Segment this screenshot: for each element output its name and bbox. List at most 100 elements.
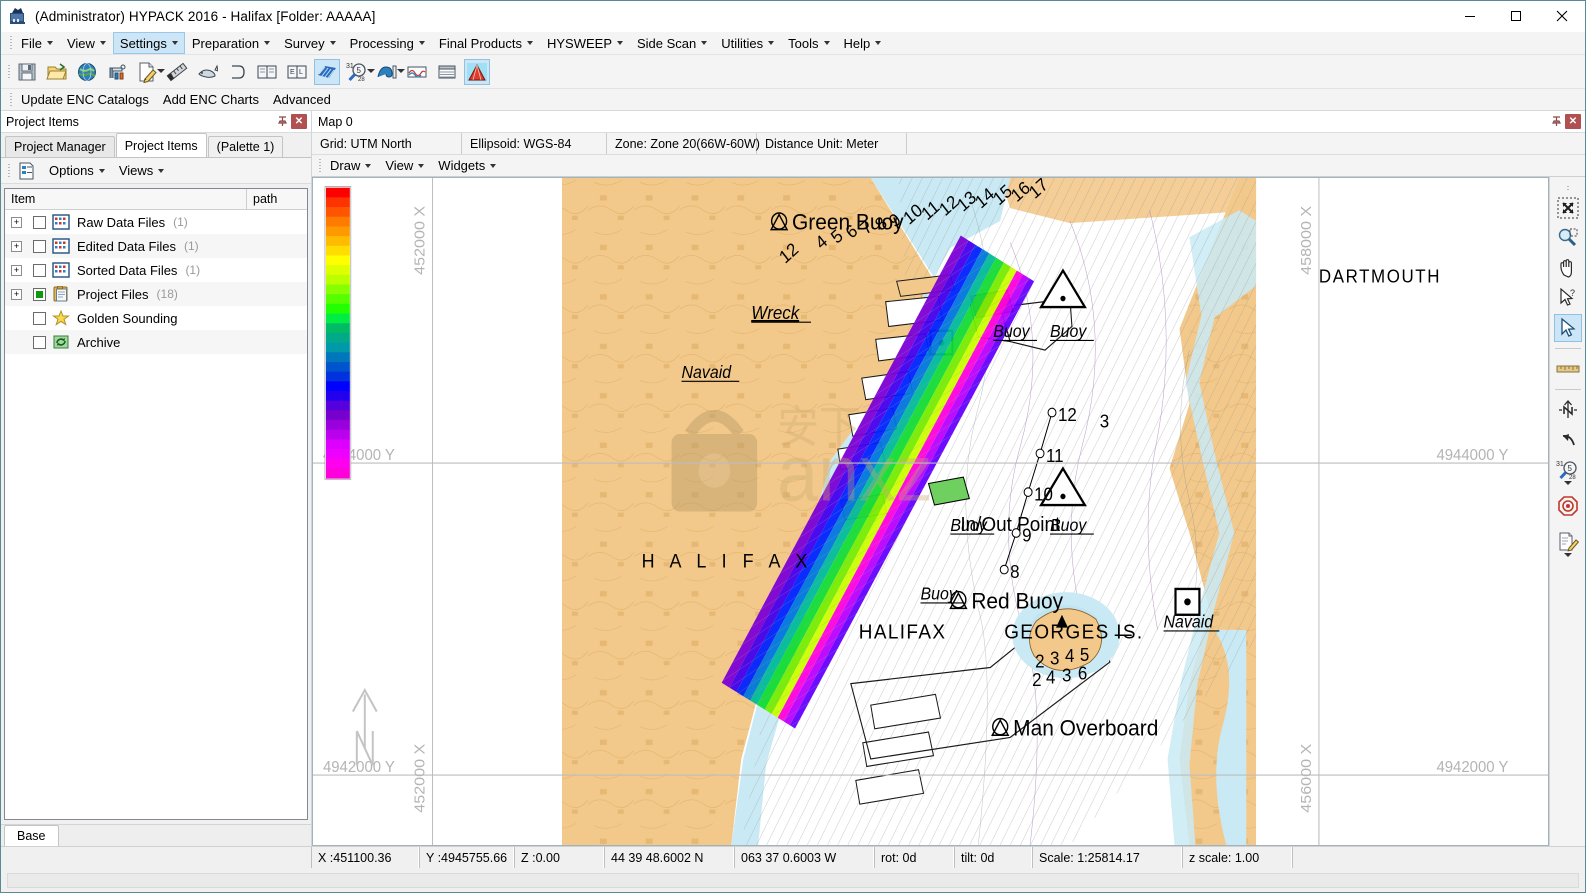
row-checkbox[interactable] [33,335,46,349]
maximize-button[interactable] [1493,1,1539,31]
select-pointer-icon[interactable] [1553,314,1582,342]
menu-file[interactable]: File [14,32,60,54]
survey-equipment-icon[interactable] [104,59,130,85]
zoom-window-icon[interactable] [1554,224,1582,252]
toolbar-gripper[interactable] [5,64,12,79]
map-menu-draw[interactable]: Draw [323,158,378,173]
zoom-extents-icon[interactable] [1554,194,1582,222]
tide-icon[interactable] [404,59,430,85]
menu-preparation[interactable]: Preparation [185,32,277,54]
expander-icon[interactable]: + [11,264,22,276]
grid-label-y-lower-left: 4942000 Y [323,758,396,776]
menu-survey[interactable]: Survey [277,32,342,54]
advanced-button[interactable]: Advanced [266,92,338,107]
project-options-icon[interactable] [14,158,40,184]
row-checkbox[interactable] [33,263,46,277]
table-row[interactable]: + Raw Data Files (1) [5,210,307,234]
row-checkbox[interactable] [33,311,46,325]
shape-icon[interactable] [224,59,250,85]
views-menu[interactable]: Views [112,163,171,178]
close-icon[interactable]: ✕ [291,114,307,129]
svg-text:Man Overboard: Man Overboard [1013,715,1158,741]
menubar-gripper[interactable] [7,32,14,54]
menu-view[interactable]: View [60,32,113,54]
add-enc-charts-button[interactable]: Add ENC Charts [156,92,266,107]
table-row[interactable]: Golden Sounding [5,306,307,330]
palette-band [325,449,350,460]
ellipsoid-info: Ellipsoid: WGS-84 [462,133,607,154]
expander-icon[interactable]: + [11,288,22,300]
update-enc-catalogs-button[interactable]: Update ENC Catalogs [14,92,156,107]
chevron-down-icon[interactable] [1563,546,1572,561]
whale-icon[interactable] [194,59,220,85]
table-row[interactable]: + Edited Data Files (1) [5,234,307,258]
edit-note-icon[interactable] [1554,528,1582,557]
date-search-icon[interactable]: 31 5 28 [344,59,375,85]
pan-hand-icon[interactable] [1554,254,1582,282]
pin-icon[interactable] [273,113,291,131]
tab-project-items[interactable]: Project Items [115,133,207,157]
menu-settings[interactable]: Settings [112,32,185,54]
wave-icon[interactable] [374,59,405,85]
close-button[interactable] [1539,1,1585,31]
table-row[interactable]: + Project Files (18) [5,282,307,306]
map-menubar-gripper[interactable] [316,158,323,173]
options-menu-label: Options [49,163,94,178]
matrix-icon[interactable] [314,58,340,85]
target-icon[interactable] [1554,492,1582,520]
label-halifax-harbour: HALIFAX [859,621,947,644]
row-checkbox[interactable] [33,287,46,301]
table-row[interactable]: Archive [5,330,307,354]
menu-tools[interactable]: Tools [781,32,836,54]
map-menu-widgets[interactable]: Widgets [431,158,503,173]
column-header-item[interactable]: Item [5,189,247,209]
row-checkbox[interactable] [33,239,46,253]
save-icon[interactable] [14,59,40,85]
undo-arrow-icon[interactable] [1554,426,1582,454]
column-header-path[interactable]: path [247,189,307,209]
palette-band [325,255,350,266]
row-checkbox[interactable] [33,215,46,229]
svg-text:12: 12 [1058,405,1077,426]
query-pointer-icon[interactable]: ? [1554,284,1582,312]
expander-icon[interactable]: + [11,216,22,228]
pin-icon[interactable] [1547,113,1565,131]
menu-help[interactable]: Help [837,32,889,54]
chevron-down-icon[interactable] [1563,474,1572,489]
menu-side-scan[interactable]: Side Scan [630,32,714,54]
book-icon[interactable] [254,59,280,85]
hypack-icon [9,7,27,25]
encbar-gripper[interactable] [7,92,14,107]
minimize-button[interactable] [1447,1,1493,31]
rail-gripper[interactable] [1564,185,1571,192]
ruler-measure-icon[interactable] [1554,355,1582,383]
map-canvas[interactable]: anxz 安下 12 4 5 6 7 8 9 10 11 12 13 14 15… [312,177,1549,846]
menu-survey-label: Survey [284,35,325,51]
book-edit-icon[interactable]: E L [284,59,310,85]
project-options-bar: Options Views [1,158,311,184]
menu-hysweep[interactable]: HYSWEEP [540,32,630,54]
options-menu[interactable]: Options [42,163,112,178]
table-row[interactable]: + Sorted Data Files (1) [5,258,307,282]
tab-base[interactable]: Base [4,825,59,846]
open-folder-icon[interactable] [44,59,70,85]
menu-processing[interactable]: Processing [343,32,432,54]
blinds-icon[interactable] [434,59,460,85]
expander-icon[interactable]: + [11,240,22,252]
map-menu-view[interactable]: View [378,158,431,173]
date-search-icon[interactable]: 31 5 28 [1554,456,1582,485]
close-icon[interactable]: ✕ [1565,114,1581,129]
globe-icon[interactable] [74,59,100,85]
tab-project-manager[interactable]: Project Manager [5,136,115,157]
menu-utilities[interactable]: Utilities [714,32,781,54]
menu-final-products[interactable]: Final Products [432,32,540,54]
depth-color-palette[interactable] [324,186,352,480]
tin-model-icon[interactable] [464,58,490,85]
optbar-gripper[interactable] [5,163,12,178]
star-icon [51,309,71,326]
edit-document-icon[interactable] [134,59,165,85]
ruler-icon[interactable] [164,59,190,85]
tab-project-items-label: Project Items [124,138,198,153]
north-arrow-icon[interactable] [1554,396,1582,424]
tab-palette-1[interactable]: (Palette 1) [207,136,284,157]
